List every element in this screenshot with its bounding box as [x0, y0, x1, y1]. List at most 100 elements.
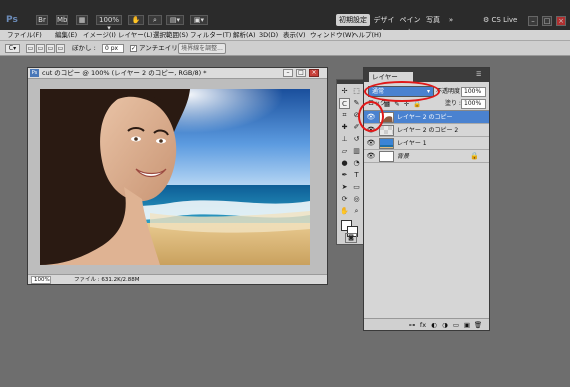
- pen-tool-icon[interactable]: ✒: [339, 170, 350, 181]
- feather-input[interactable]: 0 px: [102, 44, 124, 53]
- menu-analysis[interactable]: 解析(A): [233, 31, 256, 40]
- layer-name: 背景: [397, 153, 410, 160]
- minimize-button[interactable]: –: [528, 16, 538, 26]
- screen-mode-icon[interactable]: ▣▾: [190, 15, 208, 25]
- workspace-design[interactable]: デザイン: [372, 14, 396, 36]
- layer-thumbnail: [379, 125, 394, 136]
- doc-minimize-button[interactable]: –: [283, 69, 293, 77]
- opacity-label: 不透明度 :: [436, 88, 464, 95]
- type-tool-icon[interactable]: T: [351, 170, 362, 181]
- menu-3d[interactable]: 3D(D): [259, 31, 278, 40]
- menu-select[interactable]: 選択範囲(S): [153, 31, 188, 40]
- quick-mask-icon[interactable]: ◙: [345, 233, 357, 243]
- zoom-tool-panel-icon[interactable]: ⌕: [351, 206, 362, 217]
- gradient-tool-icon[interactable]: ▥: [351, 146, 362, 157]
- subtract-selection-icon[interactable]: ▭: [46, 44, 55, 53]
- add-selection-icon[interactable]: ▭: [36, 44, 45, 53]
- eraser-tool-icon[interactable]: ▱: [339, 146, 350, 157]
- layer-style-icon[interactable]: fx: [418, 321, 428, 329]
- layer-row[interactable]: 👁 背景 🔒: [364, 150, 489, 163]
- refine-edge-button[interactable]: 境界線を調整...: [178, 43, 226, 54]
- layer-row[interactable]: 👁 レイヤー 1: [364, 137, 489, 150]
- new-layer-icon[interactable]: ▣: [462, 321, 472, 329]
- workspace-paint[interactable]: ペイント: [398, 14, 422, 36]
- intersect-selection-icon[interactable]: ▭: [56, 44, 65, 53]
- maximize-button[interactable]: □: [542, 16, 552, 26]
- hand-tool-panel-icon[interactable]: ✋: [339, 206, 350, 217]
- clone-stamp-tool-icon[interactable]: ⊥: [339, 134, 350, 145]
- new-group-icon[interactable]: ▭: [451, 321, 461, 329]
- menu-help[interactable]: ヘルプ(H): [352, 31, 381, 40]
- new-selection-icon[interactable]: ▭: [26, 44, 35, 53]
- menu-window[interactable]: ウィンドウ(W): [310, 31, 354, 40]
- layer-mask-icon[interactable]: ◐: [429, 321, 439, 329]
- marquee-tool-icon[interactable]: ⬚: [351, 86, 362, 97]
- menu-image[interactable]: イメージ(I): [83, 31, 116, 40]
- lasso-tool-preset-icon[interactable]: ᑕ▾: [5, 44, 20, 53]
- fill-label: 塗り :: [445, 100, 461, 107]
- doc-maximize-button[interactable]: □: [296, 69, 306, 77]
- adjustment-layer-icon[interactable]: ◑: [440, 321, 450, 329]
- path-selection-tool-icon[interactable]: ➤: [339, 182, 350, 193]
- panel-menu-icon[interactable]: ☰: [476, 71, 486, 79]
- 3d-orbit-tool-icon[interactable]: ◎: [351, 194, 362, 205]
- more-workspaces-button[interactable]: »: [446, 14, 456, 26]
- workspace-photo[interactable]: 写真: [424, 14, 442, 26]
- crop-tool-icon[interactable]: ⌗: [339, 110, 350, 121]
- cs-live-button[interactable]: ⚙ CS Live ▾: [483, 14, 523, 36]
- blur-tool-icon[interactable]: ●: [339, 158, 350, 169]
- 3d-rotate-tool-icon[interactable]: ⟳: [339, 194, 350, 205]
- iris-left: [134, 137, 138, 141]
- application-bar: Ps Br Mb ▦ 100% ▾ ✋ ⌕ ▤▾ ▣▾ 初期設定 デザイン ペイ…: [0, 0, 570, 36]
- history-brush-tool-icon[interactable]: ↺: [351, 134, 362, 145]
- iris-right: [159, 139, 163, 143]
- fill-input[interactable]: 100%: [461, 99, 486, 109]
- zoom-level-select[interactable]: 100% ▾: [96, 15, 122, 32]
- link-layers-icon[interactable]: ⊶: [407, 321, 417, 329]
- lasso-tool-icon[interactable]: ᑕ: [339, 98, 350, 109]
- ps-document-icon: Ps: [30, 69, 39, 77]
- visibility-eye-icon[interactable]: 👁: [366, 151, 376, 162]
- photoshop-logo: Ps: [6, 15, 18, 25]
- delete-layer-icon[interactable]: 🗑: [473, 321, 483, 329]
- move-tool-icon[interactable]: ✢: [339, 86, 350, 97]
- hand-tool-icon[interactable]: ✋: [128, 15, 144, 25]
- tools-panel-grip[interactable]: [337, 80, 363, 84]
- workspace-essentials[interactable]: 初期設定: [336, 14, 370, 26]
- healing-brush-tool-icon[interactable]: ✚: [339, 122, 350, 133]
- document-title: cut のコピー @ 100% (レイヤー 2 のコピー, RGB/8) *: [42, 69, 207, 77]
- menu-file[interactable]: ファイル(F): [7, 31, 42, 40]
- arrange-documents-icon[interactable]: ▤▾: [166, 15, 184, 25]
- antialias-checkbox[interactable]: ✓: [130, 45, 137, 52]
- menu-filter[interactable]: フィルター(T): [190, 31, 231, 40]
- layers-panel: レイヤー ☰ 通常 ▾ 不透明度 : 100% ロック : ▦ ✎ ✛ 🔒 塗り …: [363, 67, 490, 331]
- dodge-tool-icon[interactable]: ◔: [351, 158, 362, 169]
- tools-panel: ✢ ⬚ ᑕ ✎ ⌗ ⊘ ✚ ✐ ⊥ ↺ ▱ ▥ ● ◔ ✒ T ➤ ▭ ⟳ ◎ …: [336, 79, 364, 245]
- visibility-eye-icon[interactable]: 👁: [366, 138, 376, 149]
- menu-edit[interactable]: 編集(E): [55, 31, 77, 40]
- image-canvas[interactable]: [40, 89, 310, 265]
- mini-bridge-button[interactable]: Mb: [56, 15, 68, 25]
- annotation-circle-blend-mode: [364, 81, 440, 102]
- shape-tool-icon[interactable]: ▭: [351, 182, 362, 193]
- document-title-bar[interactable]: Ps cut のコピー @ 100% (レイヤー 2 のコピー, RGB/8) …: [28, 68, 327, 79]
- layer-thumbnail: [379, 151, 394, 162]
- doc-close-button[interactable]: ×: [309, 69, 319, 77]
- close-app-button[interactable]: ×: [556, 16, 566, 26]
- layer-name: レイヤー 1: [397, 140, 427, 147]
- feather-label: ぼかし :: [72, 44, 96, 52]
- menu-bar: ファイル(F) 編集(E) イメージ(I) レイヤー(L) 選択範囲(S) フィ…: [0, 30, 570, 41]
- menu-view[interactable]: 表示(V): [283, 31, 306, 40]
- opacity-input[interactable]: 100%: [461, 87, 486, 97]
- file-info: ファイル : 631.2K/2.88M: [74, 277, 140, 283]
- options-bar: ᑕ▾ ▭ ▭ ▭ ▭ ぼかし : 0 px ✓ アンチエイリアス 境界線を調整.…: [0, 41, 570, 56]
- bridge-button[interactable]: Br: [36, 15, 48, 25]
- lock-icon: 🔒: [470, 152, 479, 160]
- document-status-bar: 100% ファイル : 631.2K/2.88M: [28, 274, 327, 284]
- extras-icon[interactable]: ▦: [76, 15, 88, 25]
- layer-row[interactable]: 👁 レイヤー 2 のコピー 2: [364, 124, 489, 137]
- zoom-tool-icon[interactable]: ⌕: [148, 15, 162, 25]
- document-window: Ps cut のコピー @ 100% (レイヤー 2 のコピー, RGB/8) …: [27, 67, 328, 285]
- doc-zoom-field[interactable]: 100%: [31, 276, 51, 284]
- menu-layer[interactable]: レイヤー(L): [118, 31, 153, 40]
